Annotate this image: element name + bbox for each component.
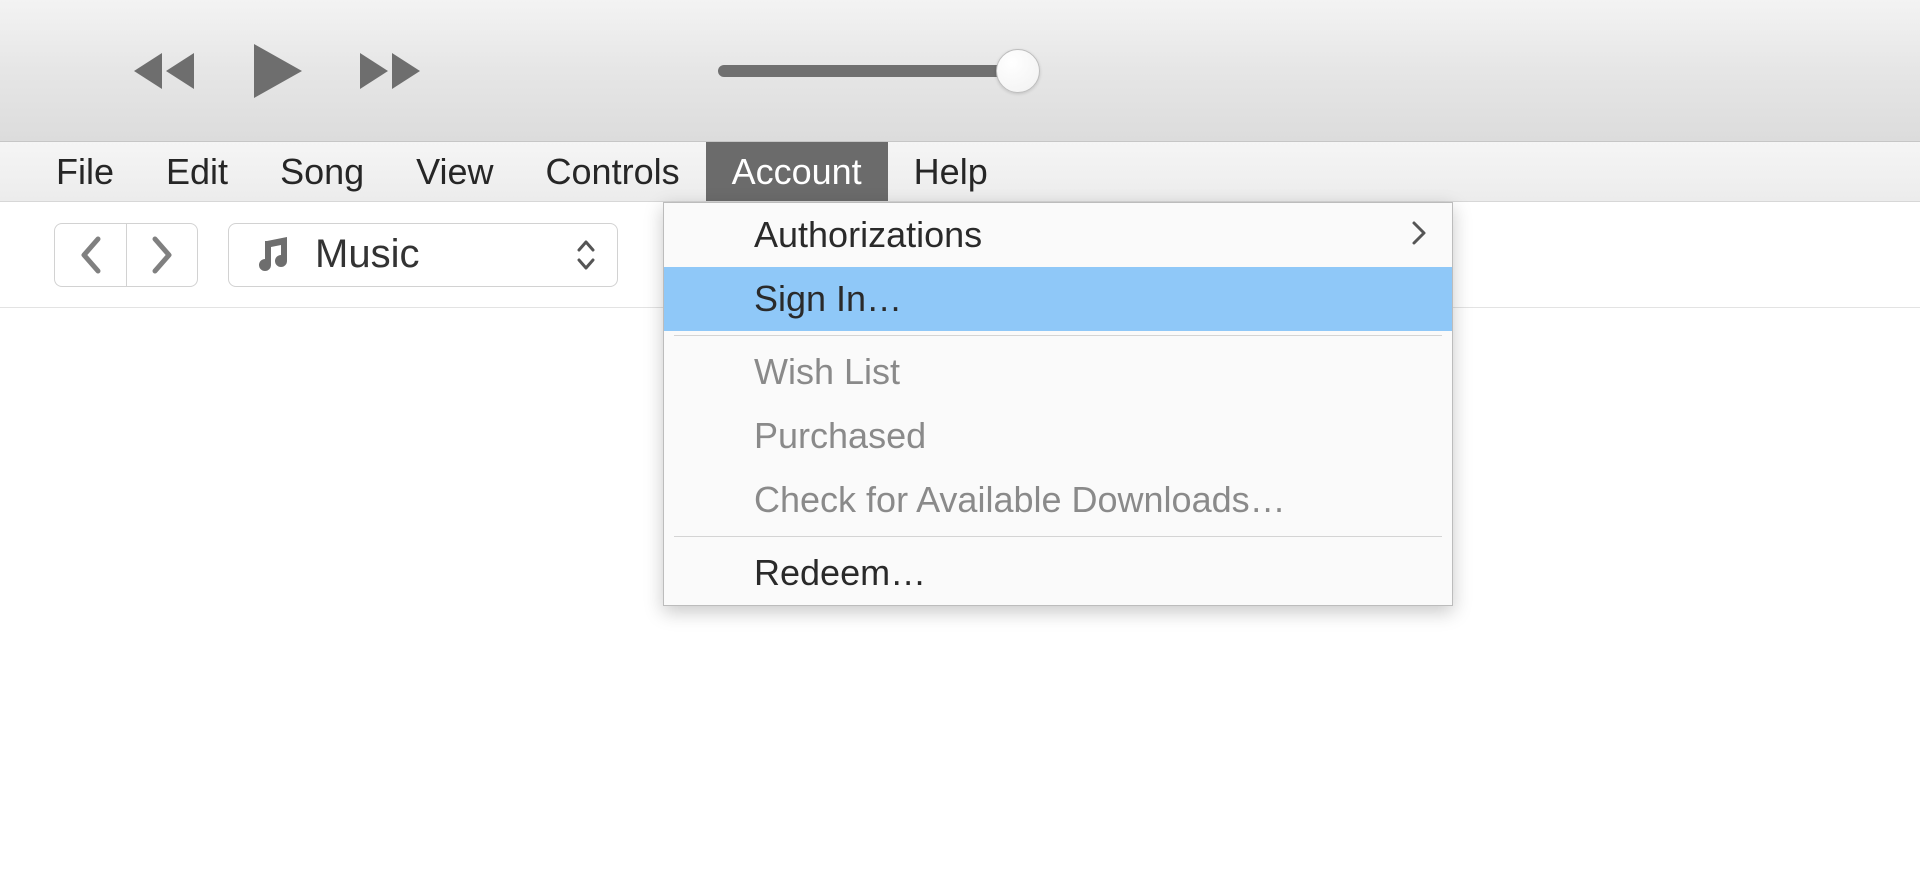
menu-account[interactable]: Account [706,142,888,201]
play-button[interactable] [246,40,308,102]
menuitem-redeem[interactable]: Redeem… [664,541,1452,605]
chevron-right-icon [1410,214,1428,256]
menu-view[interactable]: View [390,142,519,201]
library-picker[interactable]: Music [228,223,618,287]
menu-controls[interactable]: Controls [520,142,706,201]
menuitem-label: Purchased [754,415,926,457]
progress-thumb[interactable] [996,49,1040,93]
menuitem-wish-list: Wish List [664,340,1452,404]
library-picker-label: Music [315,232,419,277]
fast-forward-icon [350,47,424,95]
menu-file[interactable]: File [30,142,140,201]
menuitem-sign-in[interactable]: Sign In… [664,267,1452,331]
account-dropdown: Authorizations Sign In… Wish List Purcha… [663,202,1453,606]
player-bar [0,0,1920,142]
menuitem-label: Check for Available Downloads… [754,479,1286,521]
menu-bar: File Edit Song View Controls Account Hel… [0,142,1920,202]
menuitem-label: Authorizations [754,214,982,256]
menuitem-check-downloads: Check for Available Downloads… [664,468,1452,532]
rewind-icon [130,47,204,95]
progress-track [718,65,1018,77]
playback-controls [130,40,424,102]
menu-separator [674,536,1442,537]
menu-separator [674,335,1442,336]
nav-forward-button[interactable] [126,223,198,287]
chevron-right-icon [149,235,175,275]
previous-button[interactable] [130,47,204,95]
menu-edit[interactable]: Edit [140,142,254,201]
chevron-left-icon [78,235,104,275]
menu-song[interactable]: Song [254,142,390,201]
menu-help[interactable]: Help [888,142,1014,201]
next-button[interactable] [350,47,424,95]
menuitem-purchased: Purchased [664,404,1452,468]
menuitem-authorizations[interactable]: Authorizations [664,203,1452,267]
nav-back-button[interactable] [54,223,126,287]
menuitem-label: Wish List [754,351,900,393]
up-down-chevron-icon [575,238,597,272]
menuitem-label: Sign In… [754,278,902,320]
menuitem-label: Redeem… [754,552,926,594]
nav-buttons [54,223,198,287]
progress-slider[interactable] [718,65,1018,77]
play-icon [246,40,308,102]
music-note-icon [253,235,293,275]
